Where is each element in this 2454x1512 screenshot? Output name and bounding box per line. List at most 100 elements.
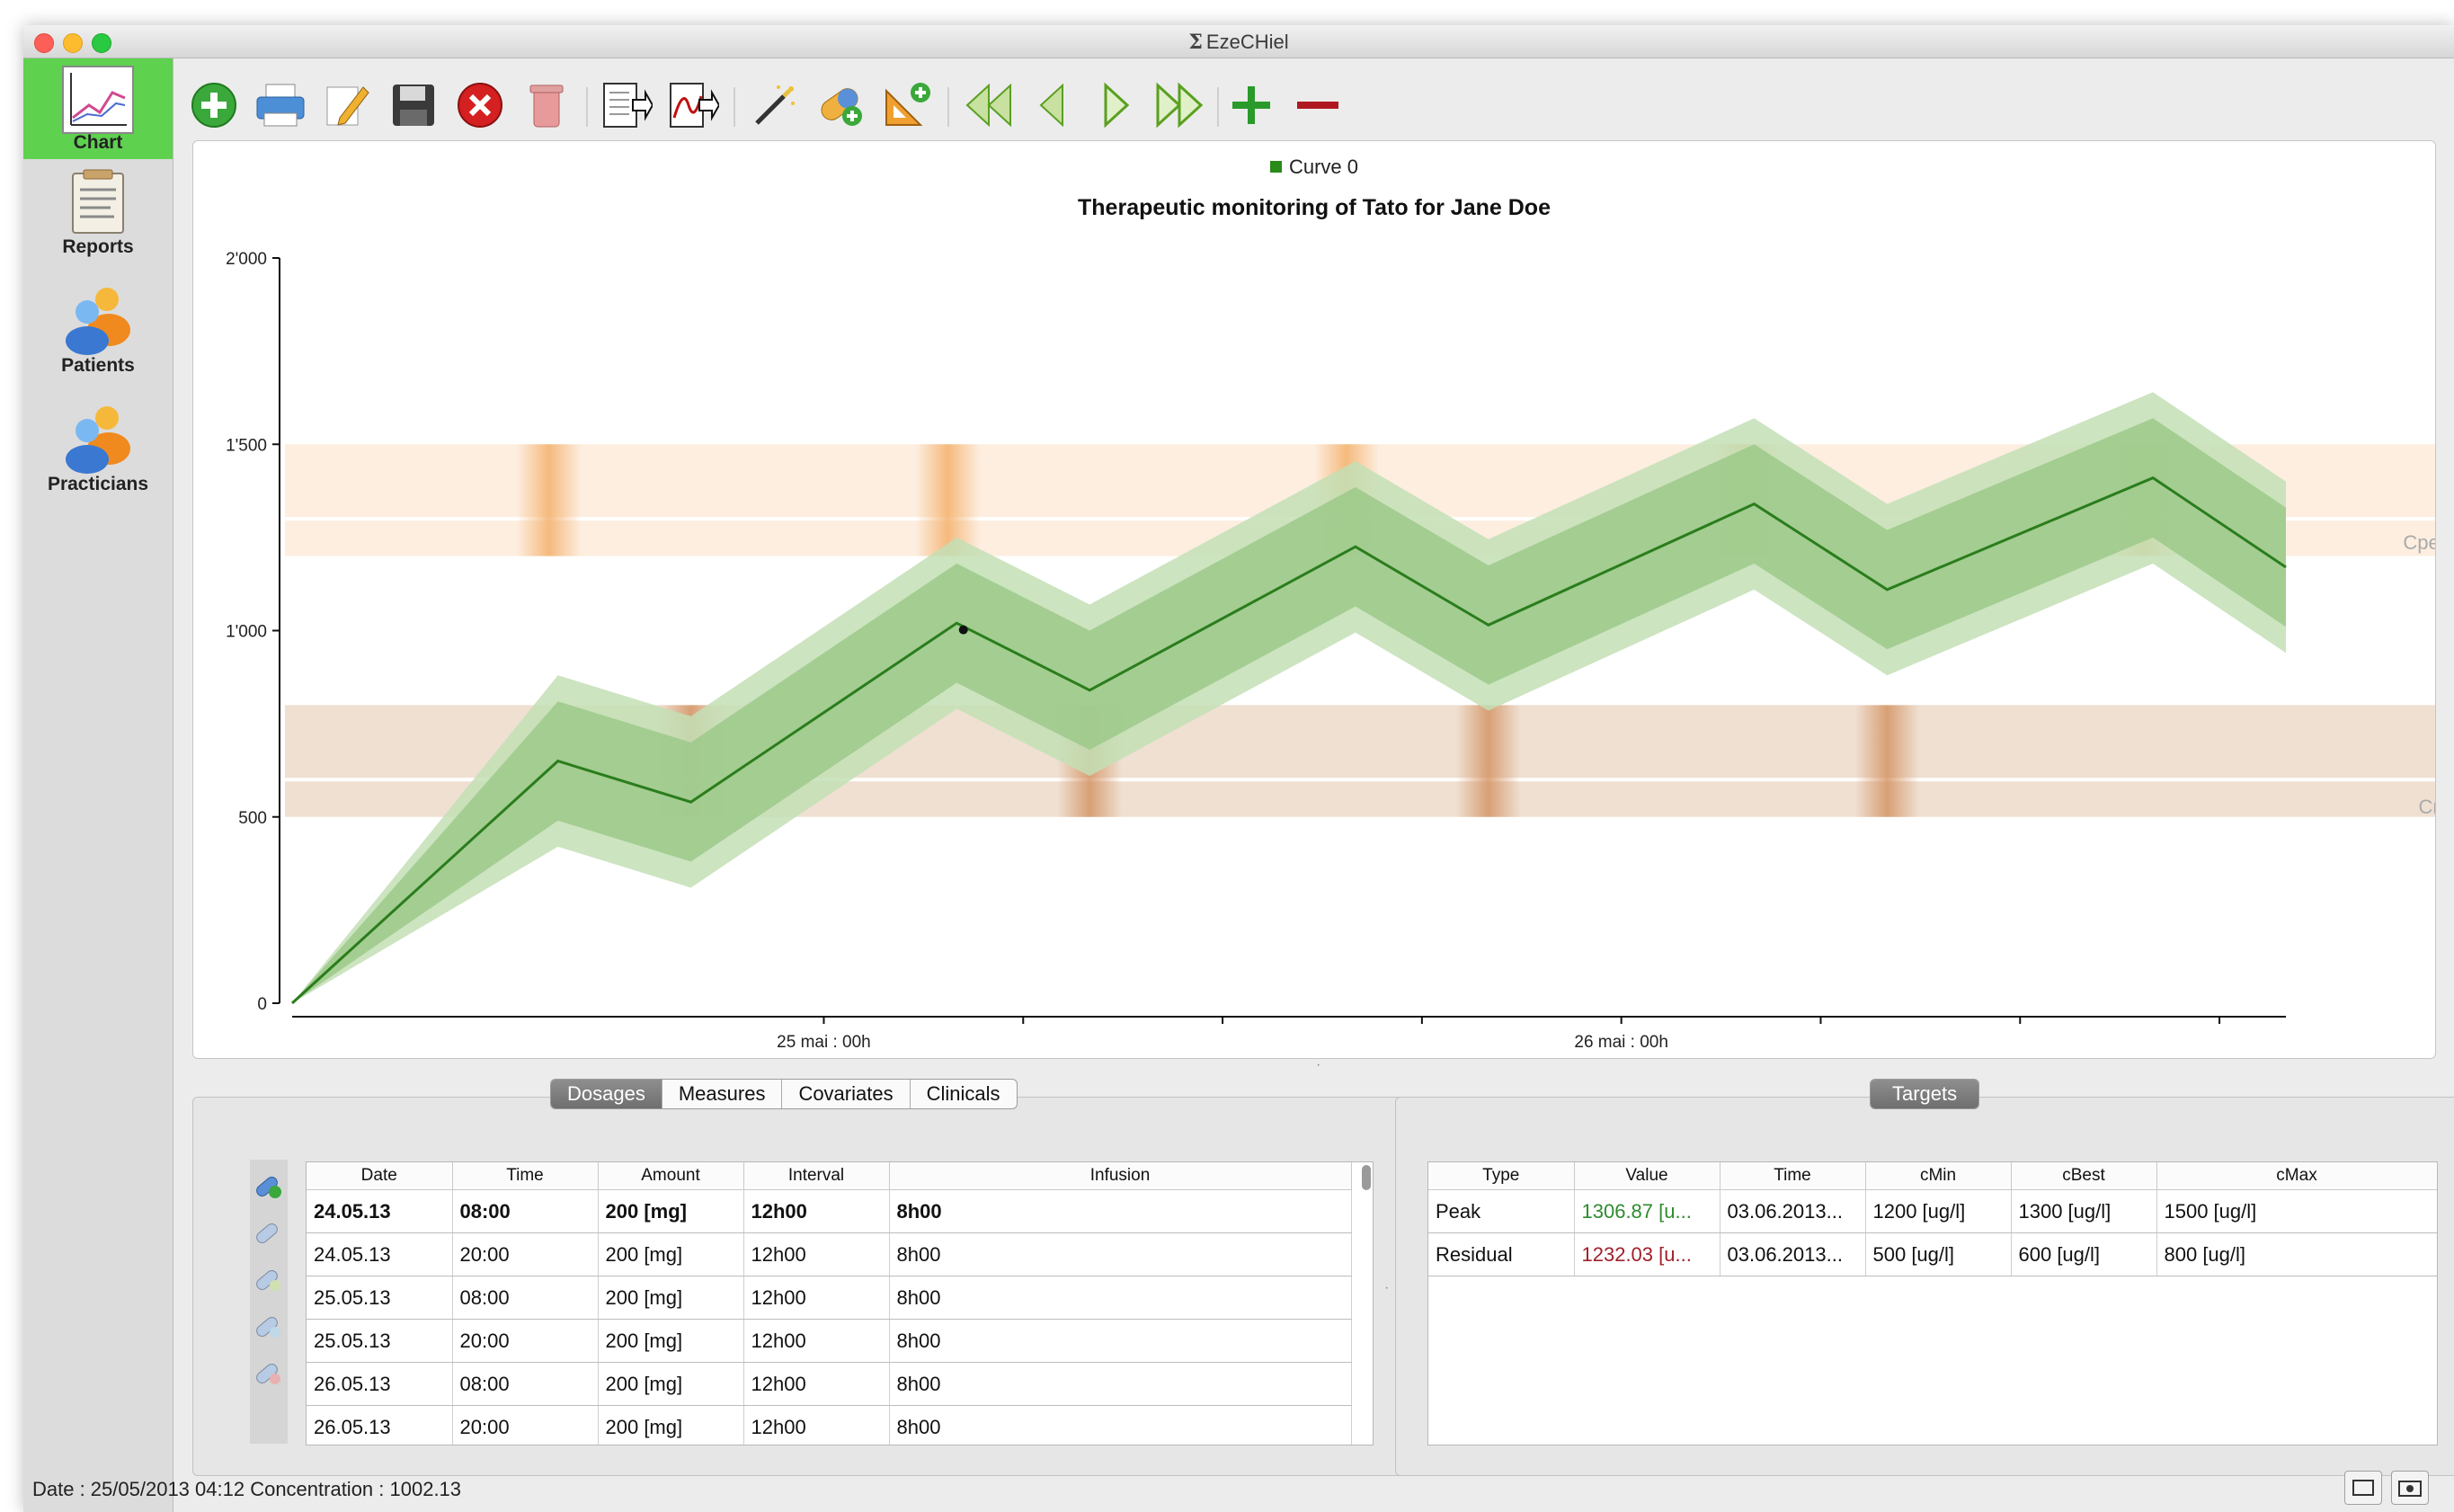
- table-row[interactable]: 25.05.13 20:00 200 [mg] 12h00 8h00: [307, 1319, 1352, 1363]
- export-curve-button[interactable]: [669, 82, 719, 129]
- remove-dosage-icon[interactable]: [253, 1357, 284, 1388]
- table-cell[interactable]: 1232.03 [u...: [1574, 1232, 1720, 1276]
- table-cell[interactable]: 8h00: [889, 1319, 1352, 1363]
- window-layout-button[interactable]: [2344, 1471, 2382, 1505]
- zoom-out-button[interactable]: [1293, 82, 1343, 129]
- move-dosage-icon[interactable]: [253, 1311, 284, 1341]
- table-cell[interactable]: 08:00: [452, 1276, 599, 1320]
- table-row[interactable]: 24.05.13 20:00 200 [mg] 12h00 8h00: [307, 1232, 1352, 1276]
- table-row[interactable]: 26.05.13 08:00 200 [mg] 12h00 8h00: [307, 1362, 1352, 1406]
- table-cell[interactable]: 1200 [ug/l]: [1865, 1189, 2012, 1233]
- add-drug-button[interactable]: [816, 82, 867, 129]
- add-measure-button[interactable]: [883, 82, 933, 129]
- table-cell[interactable]: 200 [mg]: [598, 1319, 744, 1363]
- table-cell[interactable]: 12h00: [743, 1189, 890, 1233]
- table-row[interactable]: 24.05.13 08:00 200 [mg] 12h00 8h00: [307, 1189, 1352, 1233]
- add-dosage-icon[interactable]: [253, 1170, 284, 1201]
- vertical-splitter-handle[interactable]: ·: [1384, 1280, 1393, 1295]
- last-button[interactable]: [1154, 82, 1205, 129]
- table-cell[interactable]: 200 [mg]: [598, 1232, 744, 1276]
- previous-button[interactable]: [1027, 82, 1077, 129]
- tab-measures[interactable]: Measures: [662, 1080, 783, 1108]
- screenshot-button[interactable]: [2391, 1471, 2429, 1505]
- tab-covariates[interactable]: Covariates: [782, 1080, 911, 1108]
- table-row[interactable]: Peak 1306.87 [u... 03.06.2013... 1200 [ug/l…: [1428, 1189, 2437, 1233]
- table-cell[interactable]: 08:00: [452, 1189, 599, 1233]
- sidebar-item-reports[interactable]: Reports: [23, 163, 173, 263]
- table-row[interactable]: 25.05.13 08:00 200 [mg] 12h00 8h00: [307, 1276, 1352, 1320]
- column-header[interactable]: Value: [1574, 1162, 1720, 1190]
- column-header[interactable]: Amount: [598, 1162, 744, 1190]
- table-cell[interactable]: 8h00: [889, 1232, 1352, 1276]
- zoom-in-button[interactable]: [1226, 82, 1276, 129]
- save-button[interactable]: [388, 82, 439, 129]
- table-cell[interactable]: 500 [ug/l]: [1865, 1232, 2012, 1276]
- column-header[interactable]: Time: [1720, 1162, 1866, 1190]
- dosages-table-container[interactable]: Date Time Amount Interval Infusion 24.05…: [306, 1161, 1374, 1445]
- table-cell[interactable]: 200 [mg]: [598, 1405, 744, 1445]
- table-cell[interactable]: 25.05.13: [307, 1276, 453, 1320]
- table-cell[interactable]: 20:00: [452, 1232, 599, 1276]
- column-header[interactable]: Infusion: [889, 1162, 1352, 1190]
- column-header[interactable]: cMin: [1865, 1162, 2012, 1190]
- table-cell[interactable]: 24.05.13: [307, 1189, 453, 1233]
- table-cell[interactable]: 800 [ug/l]: [2156, 1232, 2437, 1276]
- chart-panel[interactable]: Cpeak Cres 0 500 1'000 1'500 2'000 25 mai : 00h…: [192, 140, 2436, 1059]
- column-header[interactable]: Interval: [743, 1162, 890, 1190]
- delete-button[interactable]: [521, 82, 572, 129]
- dosages-scrollbar[interactable]: [1362, 1165, 1371, 1190]
- sidebar-item-patients[interactable]: Patients: [23, 281, 173, 382]
- wand-button[interactable]: [750, 82, 800, 129]
- table-cell[interactable]: 200 [mg]: [598, 1189, 744, 1233]
- table-cell[interactable]: 1300 [ug/l]: [2011, 1189, 2157, 1233]
- table-cell[interactable]: 12h00: [743, 1319, 890, 1363]
- table-cell[interactable]: 26.05.13: [307, 1362, 453, 1406]
- column-header[interactable]: cBest: [2011, 1162, 2157, 1190]
- table-cell[interactable]: 12h00: [743, 1362, 890, 1406]
- export-data-button[interactable]: [602, 82, 653, 129]
- table-cell[interactable]: 8h00: [889, 1405, 1352, 1445]
- concentration-chart[interactable]: Cpeak Cres 0 500 1'000 1'500 2'000 25 mai : 00h…: [193, 141, 2435, 1058]
- tab-dosages[interactable]: Dosages: [551, 1080, 662, 1108]
- table-cell[interactable]: 24.05.13: [307, 1232, 453, 1276]
- add-button[interactable]: [189, 82, 239, 129]
- table-cell[interactable]: 03.06.2013...: [1720, 1232, 1866, 1276]
- table-cell[interactable]: 200 [mg]: [598, 1362, 744, 1406]
- table-row[interactable]: Residual 1232.03 [u... 03.06.2013... 500 [u…: [1428, 1232, 2437, 1276]
- tab-targets[interactable]: Targets: [1871, 1080, 1979, 1108]
- table-cell[interactable]: 12h00: [743, 1232, 890, 1276]
- sidebar-item-practicians[interactable]: Practicians: [23, 400, 173, 501]
- cancel-button[interactable]: [455, 82, 505, 129]
- table-cell[interactable]: 600 [ug/l]: [2011, 1232, 2157, 1276]
- column-header[interactable]: cMax: [2156, 1162, 2437, 1190]
- table-cell[interactable]: Peak: [1428, 1189, 1575, 1233]
- table-cell[interactable]: 8h00: [889, 1189, 1352, 1233]
- targets-table-container[interactable]: Type Value Time cMin cBest cMax Peak 1306…: [1427, 1161, 2438, 1445]
- table-cell[interactable]: 1500 [ug/l]: [2156, 1189, 2437, 1233]
- first-button[interactable]: [964, 82, 1014, 129]
- table-cell[interactable]: 8h00: [889, 1362, 1352, 1406]
- column-header[interactable]: Type: [1428, 1162, 1575, 1190]
- edit-button[interactable]: [322, 82, 372, 129]
- table-cell[interactable]: 12h00: [743, 1276, 890, 1320]
- column-header[interactable]: Time: [452, 1162, 599, 1190]
- table-cell[interactable]: Residual: [1428, 1232, 1575, 1276]
- table-cell[interactable]: 8h00: [889, 1276, 1352, 1320]
- table-cell[interactable]: 25.05.13: [307, 1319, 453, 1363]
- table-cell[interactable]: 03.06.2013...: [1720, 1189, 1866, 1233]
- sidebar-item-chart[interactable]: Chart: [23, 58, 173, 159]
- next-button[interactable]: [1091, 82, 1142, 129]
- copy-dosage-icon[interactable]: [253, 1264, 284, 1294]
- splitter-handle[interactable]: ·: [1316, 1057, 1325, 1072]
- table-cell[interactable]: 1306.87 [u...: [1574, 1189, 1720, 1233]
- table-cell[interactable]: 20:00: [452, 1319, 599, 1363]
- table-row[interactable]: 26.05.13 20:00 200 [mg] 12h00 8h00: [307, 1405, 1352, 1445]
- table-cell[interactable]: 20:00: [452, 1405, 599, 1445]
- tab-clinicals[interactable]: Clinicals: [911, 1080, 1017, 1108]
- table-cell[interactable]: 08:00: [452, 1362, 599, 1406]
- table-cell[interactable]: 200 [mg]: [598, 1276, 744, 1320]
- column-header[interactable]: Date: [307, 1162, 453, 1190]
- table-cell[interactable]: 12h00: [743, 1405, 890, 1445]
- print-button[interactable]: [255, 82, 306, 129]
- edit-dosage-icon[interactable]: [253, 1217, 284, 1248]
